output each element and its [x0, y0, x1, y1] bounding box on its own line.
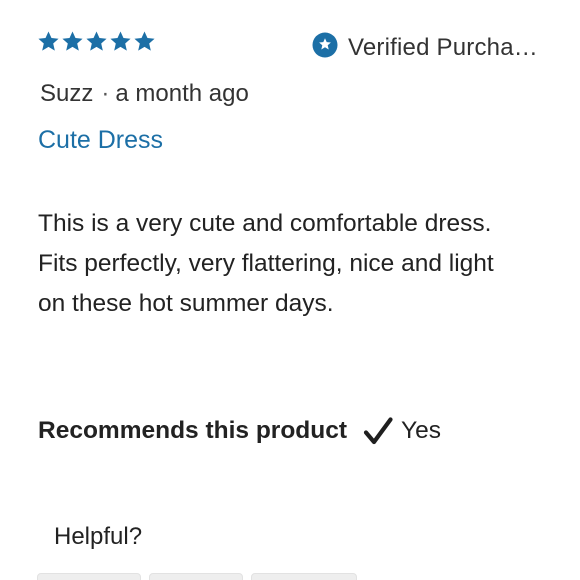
star-icon [37, 30, 60, 53]
recommends-value: Yes [401, 417, 441, 444]
star-icon [109, 30, 132, 53]
star-icon [61, 30, 84, 53]
star-icon [133, 30, 156, 53]
verified-purchase-label: Verified Purcha… [348, 33, 538, 61]
vote-no-button[interactable] [149, 573, 243, 580]
helpful-vote-buttons [37, 573, 357, 580]
report-button[interactable] [251, 573, 357, 580]
star-icon [85, 30, 108, 53]
checkmark-icon [363, 416, 393, 446]
star-badge-icon [312, 32, 338, 63]
review-body: This is a very cute and comfortable dres… [38, 210, 494, 317]
meta-separator: · [101, 80, 110, 107]
recommends-label: Recommends this product [38, 417, 348, 444]
review-title: Cute Dress [38, 126, 164, 154]
review-time: a month ago [115, 80, 249, 107]
recommends-row: Recommends this product Yes [38, 416, 441, 446]
review-meta: Suzz · a month ago [40, 80, 249, 108]
review-author: Suzz [40, 80, 94, 107]
vote-yes-button[interactable] [37, 573, 141, 580]
verified-purchase-badge: Verified Purcha… [312, 32, 538, 63]
star-rating [37, 30, 156, 53]
helpful-label: Helpful? [54, 523, 143, 550]
